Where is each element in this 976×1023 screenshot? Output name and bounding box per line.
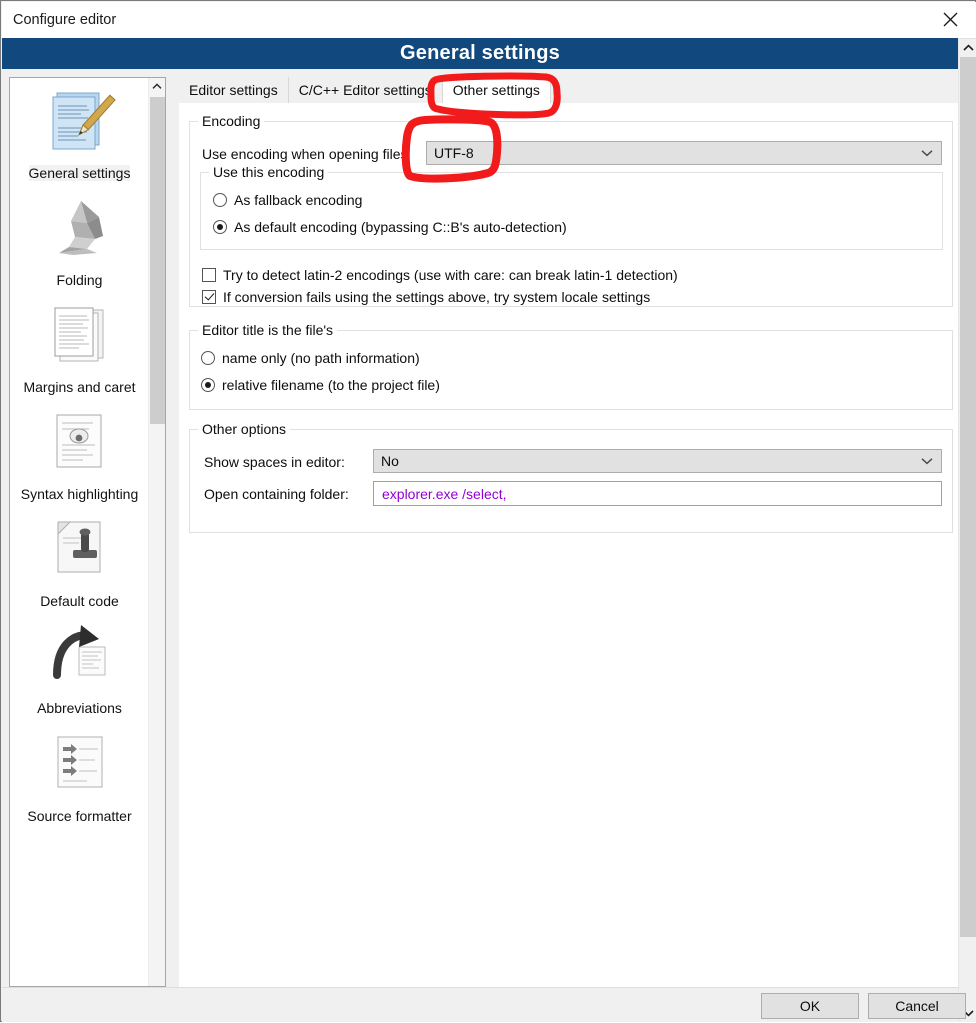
radio-label: As default encoding (bypassing C::B's au… <box>234 219 567 235</box>
checkbox-label: Try to detect latin-2 encodings (use wit… <box>223 267 678 283</box>
open-containing-folder-label: Open containing folder: <box>204 486 349 502</box>
other-options-group: Other options Show spaces in editor: No … <box>189 421 953 533</box>
encoding-combobox-value: UTF-8 <box>434 145 474 161</box>
chevron-down-icon <box>921 149 933 157</box>
radio-label: name only (no path information) <box>222 350 420 366</box>
checkbox-detect-latin2[interactable]: Try to detect latin-2 encodings (use wit… <box>202 267 678 283</box>
radio-indicator <box>213 220 227 234</box>
encoding-combobox[interactable]: UTF-8 <box>426 141 942 165</box>
other-settings-tab-content: Encoding Use encoding when opening files… <box>179 103 958 987</box>
cancel-button-label: Cancel <box>895 998 939 1014</box>
other-options-group-legend: Other options <box>198 421 291 437</box>
sidebar-item-label: Abbreviations <box>37 700 122 717</box>
sidebar-scrollbar-thumb[interactable] <box>150 97 165 424</box>
tab-label: Other settings <box>452 82 540 98</box>
radio-relative-filename[interactable]: relative filename (to the project file) <box>201 377 440 393</box>
settings-tab-panel: Editor settings C/C++ Editor settings Ot… <box>179 77 958 987</box>
sidebar-item-label: General settings <box>28 165 131 182</box>
encoding-group: Encoding Use encoding when opening files… <box>189 113 953 307</box>
encoding-group-legend: Encoding <box>198 113 265 129</box>
show-spaces-label: Show spaces in editor: <box>204 454 345 470</box>
checkbox-system-locale-fallback[interactable]: If conversion fails using the settings a… <box>202 289 650 305</box>
sidebar-item-label: Margins and caret <box>23 379 136 396</box>
scroll-up-arrow-icon[interactable] <box>959 39 976 57</box>
title-bar: Configure editor <box>2 2 976 39</box>
show-spaces-combobox-value: No <box>381 453 399 469</box>
page-title: General settings <box>400 42 560 64</box>
radio-indicator <box>201 378 215 392</box>
tab-cpp-editor-settings[interactable]: C/C++ Editor settings <box>288 77 443 103</box>
use-this-encoding-group: Use this encoding As fallback encoding A… <box>200 164 943 250</box>
use-encoding-label: Use encoding when opening files <box>202 146 408 162</box>
sidebar-item-label: Default code <box>40 593 119 610</box>
settings-page-list-inner: General settings Folding Margins and car… <box>10 78 149 828</box>
sidebar-item-abbreviations[interactable]: Abbreviations <box>10 613 149 720</box>
page-title-banner: General settings <box>2 38 958 69</box>
checkbox-indicator <box>202 268 216 282</box>
sidebar-item-label: Syntax highlighting <box>20 486 139 503</box>
rubber-stamp-document-icon <box>43 512 117 586</box>
ok-button[interactable]: OK <box>761 993 859 1019</box>
dialog-scrollbar-thumb[interactable] <box>960 57 976 937</box>
show-spaces-combobox[interactable]: No <box>373 449 942 473</box>
settings-page-list[interactable]: General settings Folding Margins and car… <box>9 77 166 987</box>
ok-button-label: OK <box>799 998 821 1014</box>
open-containing-folder-input[interactable]: explorer.exe /select, <box>373 481 942 506</box>
tab-label: C/C++ Editor settings <box>298 82 432 98</box>
sidebar-item-syntax-highlighting[interactable]: Syntax highlighting <box>10 399 149 506</box>
arrows-list-document-icon <box>43 727 117 801</box>
open-containing-folder-value: explorer.exe /select, <box>382 485 507 502</box>
radio-name-only[interactable]: name only (no path information) <box>201 350 420 366</box>
radio-label: As fallback encoding <box>234 192 363 208</box>
chevron-down-icon <box>921 457 933 465</box>
window-title: Configure editor <box>13 12 117 28</box>
dialog-scrollbar[interactable] <box>958 39 976 1022</box>
radio-label: relative filename (to the project file) <box>222 377 440 393</box>
checkbox-label: If conversion fails using the settings a… <box>223 289 651 305</box>
document-pencil-icon <box>43 84 117 158</box>
radio-indicator <box>201 351 215 365</box>
highlighted-document-icon <box>43 405 117 479</box>
tab-editor-settings[interactable]: Editor settings <box>179 77 289 103</box>
sidebar-item-source-formatter[interactable]: Source formatter <box>10 721 149 828</box>
sidebar-item-folding[interactable]: Folding <box>10 185 149 292</box>
sidebar-item-general-settings[interactable]: General settings <box>10 78 149 185</box>
sidebar-item-label: Source formatter <box>27 807 132 824</box>
close-icon[interactable] <box>928 2 972 36</box>
tab-strip: Editor settings C/C++ Editor settings Ot… <box>179 77 958 103</box>
checkbox-indicator <box>202 290 216 304</box>
sidebar-scroll-up-arrow-icon[interactable] <box>149 78 165 95</box>
origami-bird-icon <box>43 191 117 265</box>
sidebar-item-default-code[interactable]: Default code <box>10 506 149 613</box>
tab-label: Editor settings <box>189 82 278 98</box>
dialog-footer: OK Cancel <box>2 987 966 1022</box>
use-this-encoding-legend: Use this encoding <box>209 164 329 180</box>
sidebar-scrollbar[interactable] <box>148 78 165 986</box>
configure-editor-window: Configure editor General settings Genera… <box>0 0 976 1022</box>
tab-other-settings[interactable]: Other settings <box>442 77 551 103</box>
cancel-button[interactable]: Cancel <box>868 993 966 1019</box>
editor-title-group-legend: Editor title is the file's <box>198 322 338 338</box>
sidebar-item-margins-and-caret[interactable]: Margins and caret <box>10 292 149 399</box>
editor-title-group: Editor title is the file's name only (no… <box>189 322 953 410</box>
radio-as-default-encoding[interactable]: As default encoding (bypassing C::B's au… <box>213 219 567 235</box>
stacked-pages-icon <box>43 298 117 372</box>
radio-as-fallback-encoding[interactable]: As fallback encoding <box>213 192 362 208</box>
radio-indicator <box>213 193 227 207</box>
sidebar-item-label: Folding <box>56 272 103 289</box>
arrow-document-icon <box>43 619 117 693</box>
